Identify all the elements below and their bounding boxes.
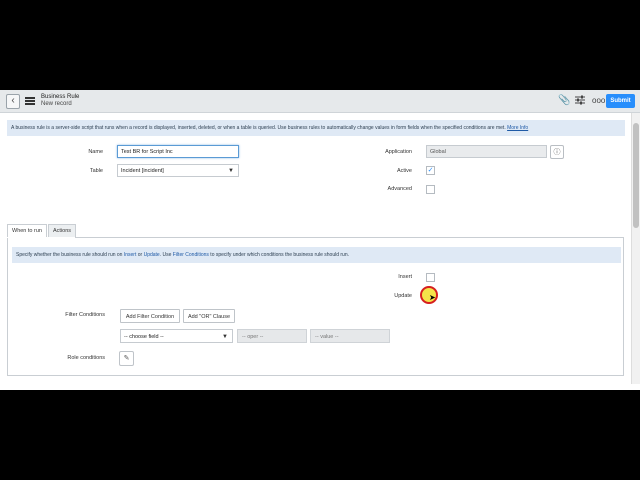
add-or-clause-button[interactable]: Add "OR" Clause <box>183 309 235 323</box>
form-screen: ‹ Business Rule New record 📎 ooo Submit … <box>0 90 640 390</box>
insert-checkbox[interactable] <box>426 273 435 282</box>
info-text-part: . Use <box>159 252 173 258</box>
mouse-pointer-icon: ➤ <box>429 293 436 302</box>
info-banner: A business rule is a server-side script … <box>7 120 625 136</box>
application-field: Global <box>426 145 547 158</box>
tab-when-to-run[interactable]: When to run <box>7 224 47 237</box>
tab-actions[interactable]: Actions <box>48 224 77 237</box>
info-text-part: Specify whether the business rule should… <box>16 252 124 258</box>
more-icon[interactable]: ooo <box>592 95 605 107</box>
application-label: Application <box>385 149 412 155</box>
info-circle-icon[interactable]: ⓘ <box>550 145 564 159</box>
operator-select[interactable]: -- oper -- <box>237 329 307 343</box>
value-field[interactable]: -- value -- <box>310 329 390 343</box>
scrollbar[interactable] <box>631 113 640 384</box>
record-title: Business Rule New record <box>41 94 79 107</box>
dropdown-caret-icon: ▼ <box>222 334 228 340</box>
choose-field-select[interactable]: -- choose field -- ▼ <box>120 329 233 343</box>
table-select-value: Incident [incident] <box>121 168 164 174</box>
back-button[interactable]: ‹ <box>6 94 20 109</box>
update-label: Update <box>394 293 412 299</box>
role-conditions-label: Role conditions <box>67 355 105 361</box>
active-label: Active <box>397 168 412 174</box>
dropdown-caret-icon: ▼ <box>228 168 234 174</box>
name-field[interactable]: Test BR for Script Inc <box>117 145 239 158</box>
info-text-part: or <box>136 252 144 258</box>
filter-conditions-label: Filter Conditions <box>65 312 105 318</box>
info-text: A business rule is a server-side script … <box>11 125 508 131</box>
paperclip-icon[interactable]: 📎 <box>558 95 570 107</box>
page-subtitle: New record <box>41 100 72 107</box>
form-header: ‹ Business Rule New record 📎 ooo Submit <box>0 90 640 113</box>
advanced-label: Advanced <box>387 186 412 192</box>
submit-button[interactable]: Submit <box>606 94 635 108</box>
scrollbar-thumb[interactable] <box>633 123 639 228</box>
hamburger-menu-icon[interactable] <box>25 97 35 105</box>
add-filter-condition-button[interactable]: Add Filter Condition <box>120 309 180 323</box>
choose-field-value: -- choose field -- <box>124 334 164 340</box>
name-label: Name <box>88 149 103 155</box>
table-select[interactable]: Incident [incident] ▼ <box>117 164 239 177</box>
pencil-icon[interactable]: ✎ <box>119 351 134 366</box>
info-update-term: Update <box>143 252 160 258</box>
active-checkbox[interactable]: ✓ <box>426 166 435 175</box>
table-label: Table <box>89 168 103 174</box>
sliders-icon[interactable] <box>575 95 585 109</box>
when-to-run-info: Specify whether the business rule should… <box>12 247 621 263</box>
info-insert-term: Insert <box>123 252 137 258</box>
insert-label: Insert <box>398 274 412 280</box>
more-info-link[interactable]: More Info <box>507 125 528 131</box>
page-title: Business Rule <box>41 94 80 100</box>
info-filter-term: Filter Conditions <box>172 252 209 258</box>
advanced-checkbox[interactable] <box>426 185 435 194</box>
info-text-part: to specify under which conditions the bu… <box>208 252 350 258</box>
